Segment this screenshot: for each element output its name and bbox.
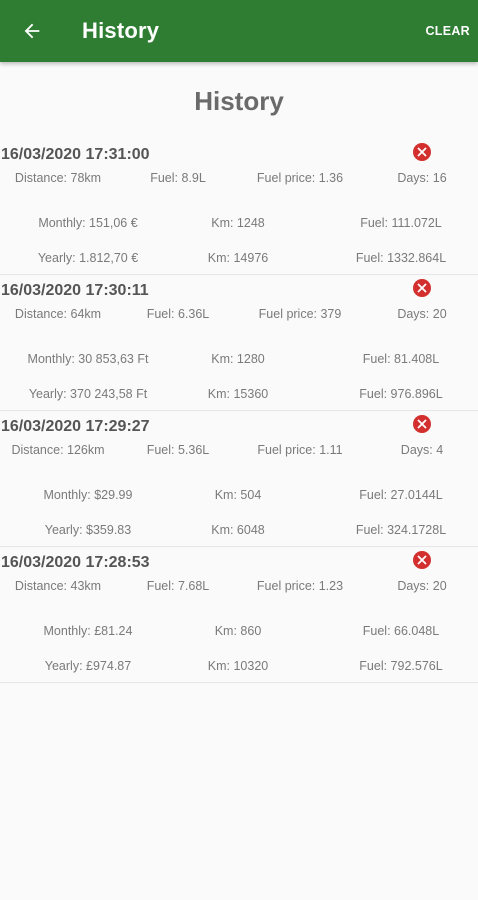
monthly-cost: Monthly: 30 853,63 Ft bbox=[27, 352, 149, 366]
days-value: Days: 20 bbox=[397, 307, 447, 321]
delete-entry-button[interactable] bbox=[413, 415, 431, 433]
delete-entry-button[interactable] bbox=[413, 551, 431, 569]
monthly-cost: Monthly: $29.99 bbox=[43, 488, 133, 502]
yearly-km: Km: 6048 bbox=[211, 523, 265, 537]
fuel-price-value: Fuel price: 379 bbox=[258, 307, 342, 321]
days-value: Days: 20 bbox=[397, 579, 447, 593]
history-entry: 16/03/2020 17:30:11 Distance: 64km Fuel:… bbox=[0, 275, 478, 411]
fuel-value: Fuel: 5.36L bbox=[146, 443, 210, 457]
yearly-cost: Yearly: 1.812,70 € bbox=[37, 251, 139, 265]
fuel-value: Fuel: 7.68L bbox=[146, 579, 210, 593]
distance-value: Distance: 78km bbox=[14, 171, 102, 185]
entry-datetime: 16/03/2020 17:29:27 bbox=[1, 418, 150, 435]
monthly-fuel: Fuel: 66.048L bbox=[362, 624, 440, 638]
yearly-fuel: Fuel: 324.1728L bbox=[355, 523, 447, 537]
close-icon bbox=[417, 147, 427, 157]
monthly-km: Km: 1248 bbox=[211, 216, 265, 230]
monthly-cost: Monthly: 151,06 € bbox=[38, 216, 138, 230]
page-title: History bbox=[194, 86, 284, 116]
monthly-km: Km: 1280 bbox=[211, 352, 265, 366]
distance-value: Distance: 43km bbox=[14, 579, 102, 593]
monthly-fuel: Fuel: 27.0144L bbox=[359, 488, 443, 502]
history-list: 16/03/2020 17:31:00 Distance: 78km Fuel:… bbox=[0, 139, 478, 683]
history-entry: 16/03/2020 17:28:53 Distance: 43km Fuel:… bbox=[0, 547, 478, 683]
app-bar-title: History bbox=[82, 18, 160, 43]
yearly-cost: Yearly: £974.87 bbox=[44, 659, 132, 673]
entry-datetime: 16/03/2020 17:30:11 bbox=[1, 282, 149, 299]
monthly-km: Km: 860 bbox=[214, 624, 262, 638]
distance-value: Distance: 126km bbox=[11, 443, 105, 457]
fuel-value: Fuel: 6.36L bbox=[146, 307, 210, 321]
close-icon bbox=[417, 555, 427, 565]
days-value: Days: 16 bbox=[397, 171, 447, 185]
entry-datetime: 16/03/2020 17:28:53 bbox=[1, 554, 150, 571]
monthly-fuel: Fuel: 81.408L bbox=[362, 352, 440, 366]
close-icon bbox=[417, 419, 427, 429]
close-icon bbox=[417, 283, 427, 293]
entry-datetime: 16/03/2020 17:31:00 bbox=[1, 146, 150, 163]
distance-value: Distance: 64km bbox=[14, 307, 102, 321]
app-bar: History CLEAR bbox=[0, 0, 478, 62]
back-button[interactable] bbox=[18, 15, 46, 47]
yearly-fuel: Fuel: 1332.864L bbox=[355, 251, 447, 265]
yearly-cost: Yearly: $359.83 bbox=[44, 523, 132, 537]
days-value: Days: 4 bbox=[400, 443, 444, 457]
fuel-value: Fuel: 8.9L bbox=[150, 171, 206, 185]
history-entry: 16/03/2020 17:31:00 Distance: 78km Fuel:… bbox=[0, 139, 478, 275]
yearly-km: Km: 10320 bbox=[207, 659, 269, 673]
arrow-left-icon bbox=[24, 23, 40, 39]
monthly-fuel: Fuel: 111.072L bbox=[360, 216, 442, 230]
yearly-cost: Yearly: 370 243,58 Ft bbox=[28, 387, 148, 401]
monthly-km: Km: 504 bbox=[214, 488, 262, 502]
yearly-fuel: Fuel: 976.896L bbox=[359, 387, 443, 401]
fuel-price-value: Fuel price: 1.11 bbox=[257, 443, 343, 457]
yearly-km: Km: 15360 bbox=[207, 387, 269, 401]
history-entry: 16/03/2020 17:29:27 Distance: 126km Fuel… bbox=[0, 411, 478, 547]
delete-entry-button[interactable] bbox=[413, 143, 431, 161]
yearly-km: Km: 14976 bbox=[207, 251, 269, 265]
fuel-price-value: Fuel price: 1.23 bbox=[256, 579, 344, 593]
delete-entry-button[interactable] bbox=[413, 279, 431, 297]
clear-button[interactable]: CLEAR bbox=[425, 24, 470, 38]
yearly-fuel: Fuel: 792.576L bbox=[359, 659, 443, 673]
monthly-cost: Monthly: £81.24 bbox=[43, 624, 133, 638]
fuel-price-value: Fuel price: 1.36 bbox=[256, 171, 344, 185]
